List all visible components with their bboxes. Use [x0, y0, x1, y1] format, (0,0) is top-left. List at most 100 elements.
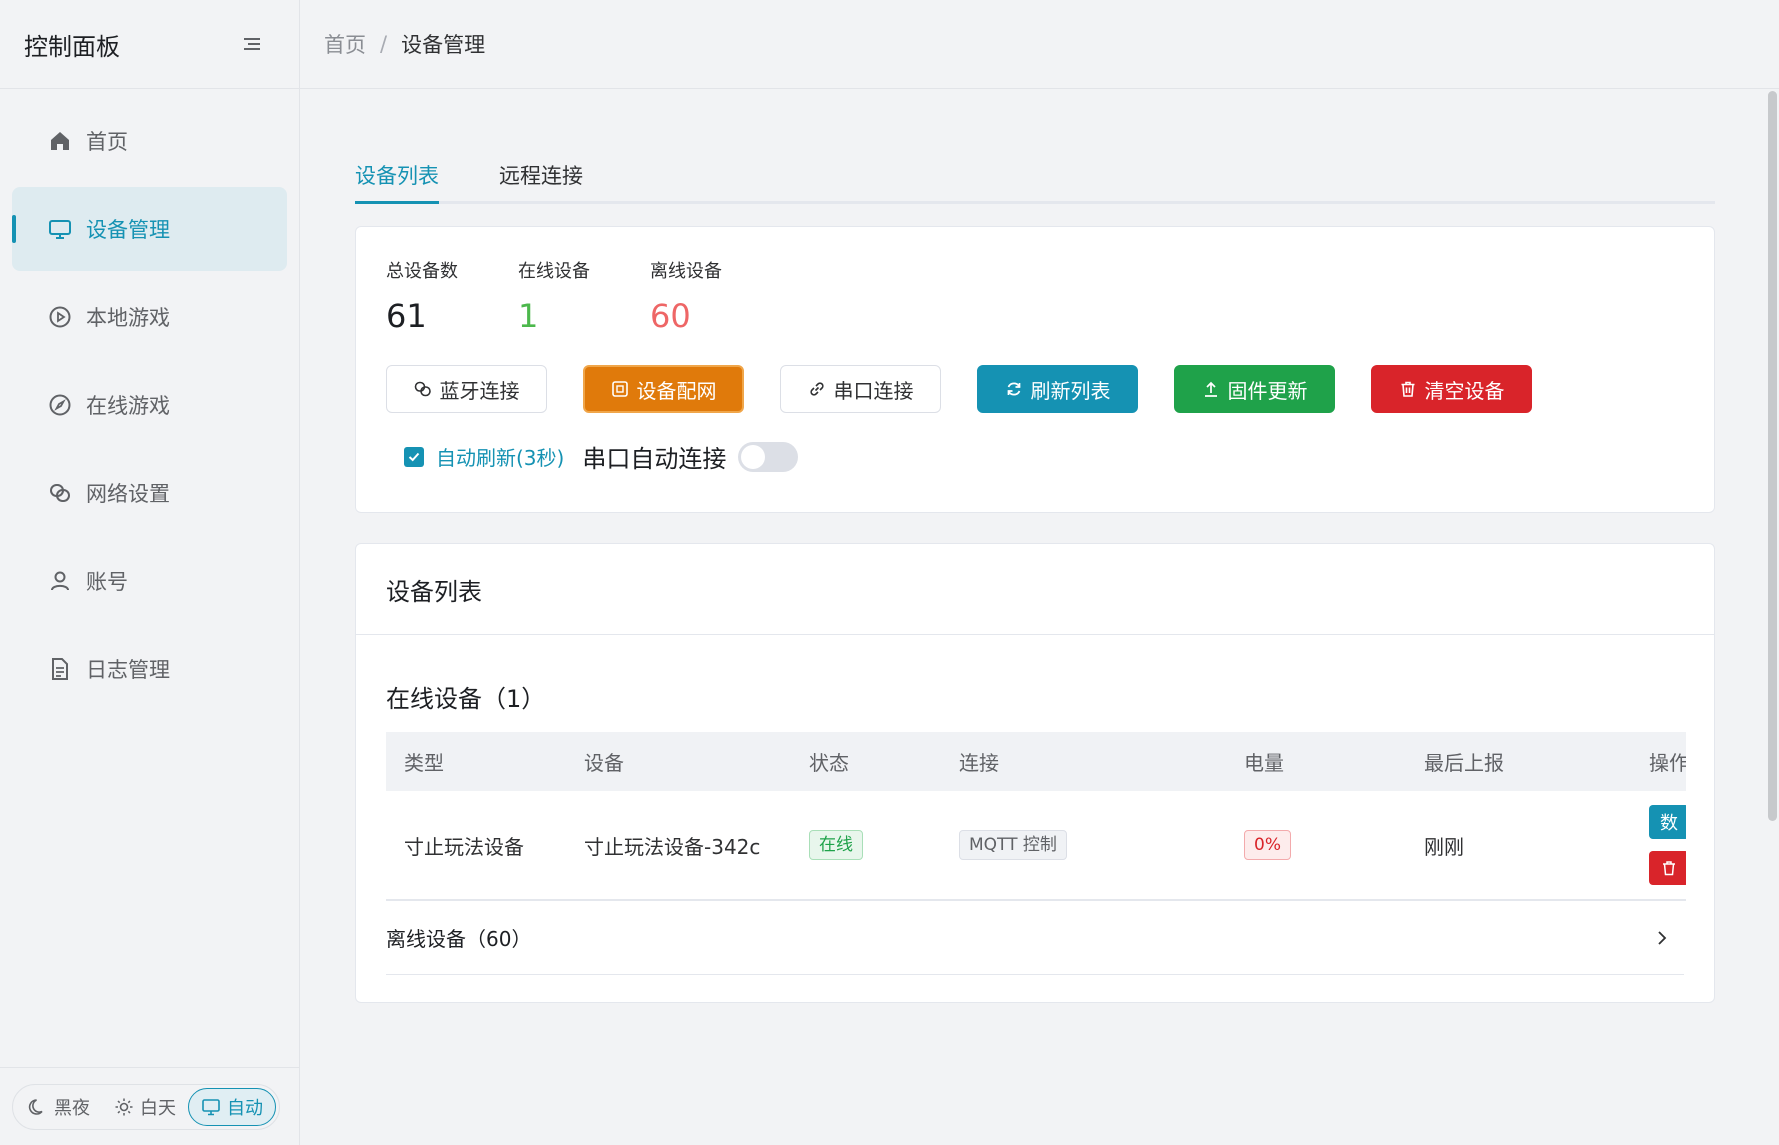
column-header-actions: 操作	[1631, 732, 1686, 791]
firmware-update-label: 固件更新	[1227, 378, 1308, 403]
device-data-button[interactable]: 数	[1649, 805, 1686, 839]
main-content: 设备列表 远程连接 总设备数 61 在线设备 1 离线设备 60 蓝牙连接 设备…	[355, 140, 1715, 1003]
refresh-icon	[1007, 382, 1020, 396]
theme-footer: 黑夜 白天 自动	[0, 1067, 299, 1145]
column-header-type: 类型	[386, 732, 566, 791]
home-icon	[48, 129, 72, 153]
stat-offline-label: 离线设备	[650, 261, 722, 282]
link-circles-icon	[414, 381, 431, 397]
device-type-cell: 寸止玩法设备	[386, 791, 566, 901]
theme-dark-label: 黑夜	[54, 1097, 90, 1119]
sidebar-item-local-games[interactable]: 本地游戏	[12, 275, 287, 359]
user-icon	[48, 569, 72, 593]
refresh-list-label: 刷新列表	[1030, 378, 1111, 403]
link-circles-icon	[48, 481, 72, 505]
stat-online: 在线设备 1	[518, 257, 590, 335]
document-icon	[48, 657, 72, 681]
device-delete-button[interactable]	[1649, 851, 1686, 885]
stat-online-value: 1	[518, 297, 539, 335]
sidebar: 控制面板 首页 设备管理 本地游戏 在线游戏 网络设置 账号 日志管理 黑夜 白…	[0, 0, 300, 1145]
stat-offline-value: 60	[650, 297, 691, 335]
offline-devices-heading: 离线设备（60）	[386, 927, 532, 951]
scrollbar-thumb[interactable]	[1768, 91, 1777, 821]
sidebar-item-network-settings[interactable]: 网络设置	[12, 451, 287, 535]
sidebar-item-device-management[interactable]: 设备管理	[12, 187, 287, 271]
sidebar-item-log-management[interactable]: 日志管理	[12, 627, 287, 711]
refresh-list-button[interactable]: 刷新列表	[977, 365, 1138, 413]
sidebar-item-account[interactable]: 账号	[12, 539, 287, 623]
sidebar-item-home[interactable]: 首页	[12, 99, 287, 183]
sidebar-item-label: 设备管理	[86, 218, 170, 242]
device-list-body: 在线设备（1） 类型 设备 状态 连接 电量 最后上报 操作 寸止玩法设备 寸止…	[356, 679, 1714, 975]
theme-auto-label: 自动	[227, 1097, 263, 1119]
sidebar-item-label: 在线游戏	[86, 394, 170, 418]
status-badge: 在线	[809, 830, 863, 860]
check-icon	[408, 452, 420, 461]
clear-devices-button[interactable]: 清空设备	[1371, 365, 1532, 413]
device-provision-label: 设备配网	[636, 378, 717, 403]
menu-collapse-icon[interactable]	[241, 33, 263, 55]
stat-online-label: 在线设备	[518, 261, 590, 282]
page-scrollbar[interactable]	[1765, 89, 1779, 1145]
theme-auto-option[interactable]: 自动	[188, 1087, 276, 1126]
online-devices-heading: 在线设备（1）	[386, 685, 546, 713]
connection-badge: MQTT 控制	[959, 830, 1067, 860]
sidebar-item-online-games[interactable]: 在线游戏	[12, 363, 287, 447]
theme-light-option[interactable]: 白天	[102, 1088, 188, 1126]
table-header-row: 类型 设备 状态 连接 电量 最后上报 操作	[386, 732, 1686, 791]
sidebar-item-label: 首页	[86, 130, 128, 154]
stats-card: 总设备数 61 在线设备 1 离线设备 60 蓝牙连接 设备配网 串口连接 刷新…	[355, 226, 1715, 513]
device-provision-button[interactable]: 设备配网	[583, 365, 744, 413]
breadcrumb-separator: /	[380, 32, 388, 56]
stat-total: 总设备数 61	[386, 257, 458, 335]
theme-dark-option[interactable]: 黑夜	[16, 1088, 102, 1126]
tab-bar: 设备列表 远程连接	[355, 140, 1715, 204]
theme-light-label: 白天	[140, 1097, 176, 1119]
sidebar-menu: 首页 设备管理 本地游戏 在线游戏 网络设置 账号 日志管理	[0, 89, 299, 711]
trash-icon	[1401, 381, 1414, 397]
column-header-status: 状态	[791, 732, 941, 791]
column-header-device: 设备	[566, 732, 791, 791]
online-devices-table-wrapper[interactable]: 类型 设备 状态 连接 电量 最后上报 操作 寸止玩法设备 寸止玩法设备-342	[386, 732, 1686, 901]
bluetooth-connect-label: 蓝牙连接	[439, 378, 520, 403]
device-status-cell: 在线	[791, 791, 941, 901]
online-devices-table: 类型 设备 状态 连接 电量 最后上报 操作 寸止玩法设备 寸止玩法设备-342	[386, 732, 1686, 901]
offline-devices-collapse[interactable]: 离线设备（60）	[386, 901, 1684, 975]
sidebar-header: 控制面板	[0, 0, 299, 89]
trash-icon	[1663, 861, 1675, 876]
app-title: 控制面板	[24, 32, 120, 61]
tab-remote-connection[interactable]: 远程连接	[499, 140, 583, 201]
breadcrumb-current: 设备管理	[401, 33, 486, 57]
table-row: 寸止玩法设备 寸止玩法设备-342c 在线 MQTT 控制 0% 刚刚 数	[386, 791, 1686, 901]
compass-icon	[48, 393, 72, 417]
auto-refresh-checkbox[interactable]	[404, 446, 424, 467]
chip-icon	[611, 381, 628, 397]
action-buttons: 蓝牙连接 设备配网 串口连接 刷新列表 固件更新 清空设备	[386, 365, 1684, 413]
device-battery-cell: 0%	[1226, 791, 1406, 901]
serial-connect-button[interactable]: 串口连接	[780, 365, 941, 413]
firmware-update-button[interactable]: 固件更新	[1174, 365, 1335, 413]
row-action-buttons: 数	[1649, 805, 1686, 885]
column-header-last-report: 最后上报	[1406, 732, 1631, 791]
tab-device-list[interactable]: 设备列表	[355, 140, 439, 204]
device-name-cell: 寸止玩法设备-342c	[566, 791, 791, 901]
link-icon	[809, 382, 824, 396]
play-circle-icon	[48, 305, 72, 329]
sidebar-item-label: 本地游戏	[86, 306, 170, 330]
serial-auto-connect-toggle[interactable]	[738, 441, 799, 472]
breadcrumb-home[interactable]: 首页	[324, 29, 366, 59]
options-row: 自动刷新(3秒) 串口自动连接	[386, 439, 1684, 474]
device-list-title: 设备列表	[356, 544, 1714, 635]
stat-offline: 离线设备 60	[650, 257, 722, 335]
auto-refresh-label[interactable]: 自动刷新(3秒)	[436, 442, 564, 471]
upload-icon	[1204, 381, 1217, 397]
sun-icon	[115, 1098, 133, 1115]
column-header-battery: 电量	[1226, 732, 1406, 791]
device-stats: 总设备数 61 在线设备 1 离线设备 60	[386, 257, 1684, 335]
device-actions-cell: 数	[1631, 791, 1686, 901]
bluetooth-connect-button[interactable]: 蓝牙连接	[386, 365, 547, 413]
device-connection-cell: MQTT 控制	[941, 791, 1226, 901]
monitor-icon	[48, 217, 72, 241]
breadcrumb: 首页 / 设备管理	[300, 0, 1779, 89]
stat-total-label: 总设备数	[386, 261, 458, 282]
